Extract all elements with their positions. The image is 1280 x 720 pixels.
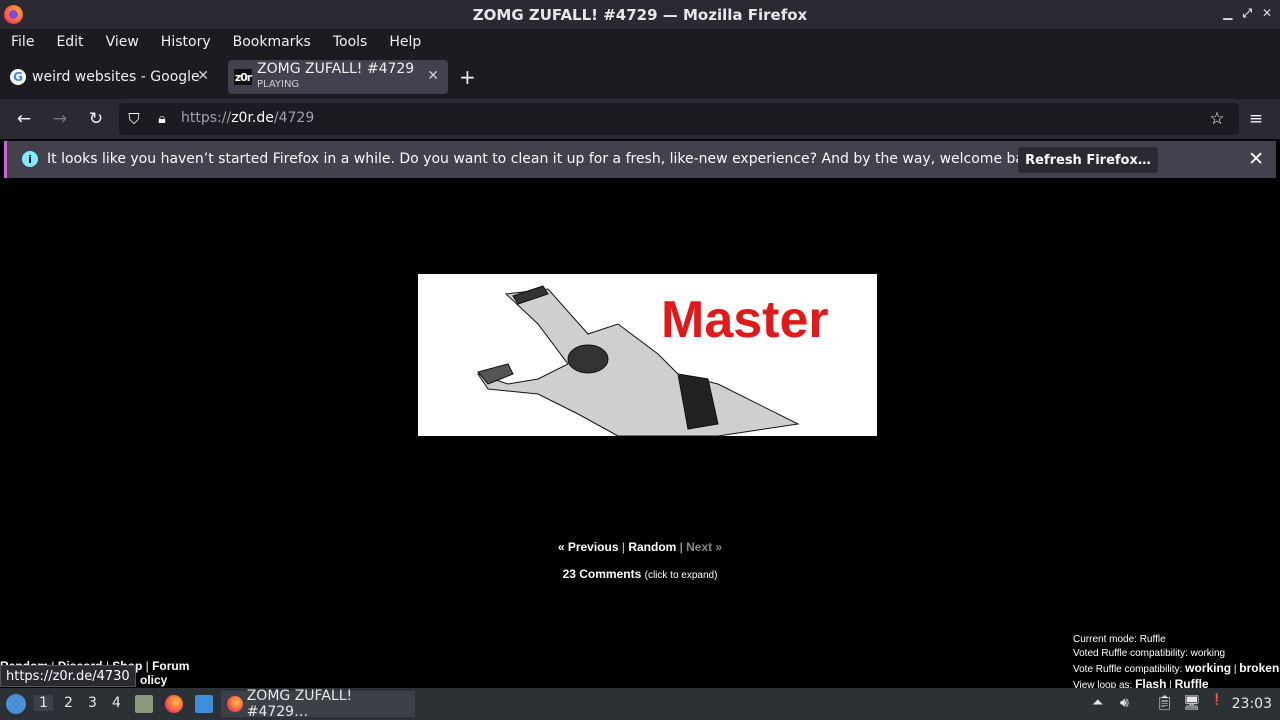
network-icon[interactable]: 🖥︎ [1183,695,1201,711]
footer-link-forum[interactable]: Forum [152,659,189,673]
new-tab-icon[interactable]: + [459,65,476,89]
lock-icon[interactable]: 🔒︎ [151,108,173,130]
firefox-logo-icon [4,5,23,24]
menu-history[interactable]: History [161,34,211,50]
tab-title: ZOMG ZUFALL! #4729 [257,61,415,77]
comments-toggle[interactable]: 23 Comments (click to expand) [0,567,1280,581]
reload-icon[interactable]: ↻ [85,108,107,130]
workspace-4[interactable]: 4 [112,695,121,711]
file-manager-icon[interactable] [135,695,153,713]
next-link[interactable]: Next » [686,540,722,554]
terminal-icon[interactable] [195,695,213,713]
page-navigation: « Previous | Random | Next » [557,540,723,554]
shield-icon[interactable]: ⛉ [123,108,145,130]
minimize-icon[interactable]: ▁ [1223,6,1232,21]
maximize-icon[interactable]: ⤢ [1242,6,1252,21]
menu-file[interactable]: File [11,34,34,50]
workspace-2[interactable]: 2 [64,695,73,711]
menu-bookmarks[interactable]: Bookmarks [233,34,311,50]
forward-icon[interactable]: → [49,108,71,130]
close-window-icon[interactable]: ✕ [1262,6,1272,21]
random-link[interactable]: Random [628,540,676,554]
close-notification-icon[interactable]: ✕ [1248,148,1264,170]
vote-broken-link[interactable]: broken [1239,661,1279,675]
info-icon: i [22,151,38,167]
clipboard-icon[interactable]: 📋︎ [1156,695,1174,711]
menu-view[interactable]: View [106,34,139,50]
update-notification-icon[interactable]: ❗ [1210,693,1224,706]
comments-hint: (click to expand) [644,570,718,581]
clock: 23:03 [1231,696,1272,712]
notification-message: It looks like you haven’t started Firefo… [47,151,1046,167]
workspace-3[interactable]: 3 [88,695,97,711]
voted-compatibility: Voted Ruffle compatibility: working [1073,648,1226,659]
taskbar-window-title: ZOMG ZUFALL! #4729… [246,688,353,720]
window-title: ZOMG ZUFALL! #4729 — Mozilla Firefox [472,5,808,24]
start-menu-icon[interactable] [6,694,26,714]
previous-link[interactable]: « Previous [558,540,619,554]
taskbar: 1 2 3 4 ZOMG ZUFALL! #4729… ⏶ 🔊︎ 📋︎ 🖥︎ ❗… [0,688,1280,720]
refresh-firefox-button[interactable]: Refresh Firefox… [1018,147,1158,173]
tab-bar: G weird websites - Google ✕ z0r ZOMG ZUF… [0,55,1280,99]
workspace-1[interactable]: 1 [34,695,53,711]
banner-word: Master [661,291,829,349]
close-tab-icon[interactable]: ✕ [197,68,209,84]
window-titlebar: ZOMG ZUFALL! #4729 — Mozilla Firefox ▁ ⤢… [0,0,1280,29]
hamburger-menu-icon[interactable]: ≡ [1245,108,1267,130]
tab-google[interactable]: G weird websites - Google ✕ [4,60,218,94]
vote-label: Vote Ruffle compatibility: [1073,664,1183,675]
tab-playing-label: PLAYING [257,79,300,90]
menu-help[interactable]: Help [389,34,421,50]
link-status-tooltip: https://z0r.de/4730 [0,665,136,687]
firefox-icon [227,696,243,712]
tab-z0r[interactable]: z0r ZOMG ZUFALL! #4729 PLAYING ✕ [228,60,448,94]
firefox-launcher-icon[interactable] [165,695,183,713]
flash-animation-banner[interactable]: Master [418,274,877,436]
vote-working-link[interactable]: working [1185,661,1231,675]
back-icon[interactable]: ← [13,108,35,130]
nav-toolbar: ← → ↻ ⛉ 🔒︎ https://z0r.de/4729 ☆ ≡ [0,99,1280,139]
url-text[interactable]: https://z0r.de/4729 [181,110,314,126]
tray-arrow-icon[interactable]: ⏶ [1092,695,1103,711]
bookmark-star-icon[interactable]: ☆ [1206,108,1228,130]
menu-edit[interactable]: Edit [56,34,83,50]
url-bar[interactable]: ⛉ 🔒︎ https://z0r.de/4729 ☆ [119,103,1239,135]
taskbar-firefox-window[interactable]: ZOMG ZUFALL! #4729… [221,688,415,720]
z0r-icon: z0r [234,69,252,85]
window-controls: ▁ ⤢ ✕ [1223,6,1272,21]
menubar: File Edit View History Bookmarks Tools H… [0,29,1280,55]
comments-count: 23 Comments [562,567,642,581]
footer-link-policy[interactable]: olicy [140,673,167,687]
ruffle-mode-info: Current mode: Ruffle Voted Ruffle compat… [1073,634,1280,691]
page-content: Master « Previous | Random | Next » 23 C… [0,181,1280,691]
tab-title: weird websites - Google [32,69,200,85]
menu-tools[interactable]: Tools [333,34,368,50]
volume-icon[interactable]: 🔊︎ [1120,695,1129,711]
notification-bar: i It looks like you haven’t started Fire… [4,141,1276,178]
current-mode: Current mode: Ruffle [1073,634,1166,645]
google-icon: G [10,69,26,85]
close-tab-icon[interactable]: ✕ [427,68,439,84]
